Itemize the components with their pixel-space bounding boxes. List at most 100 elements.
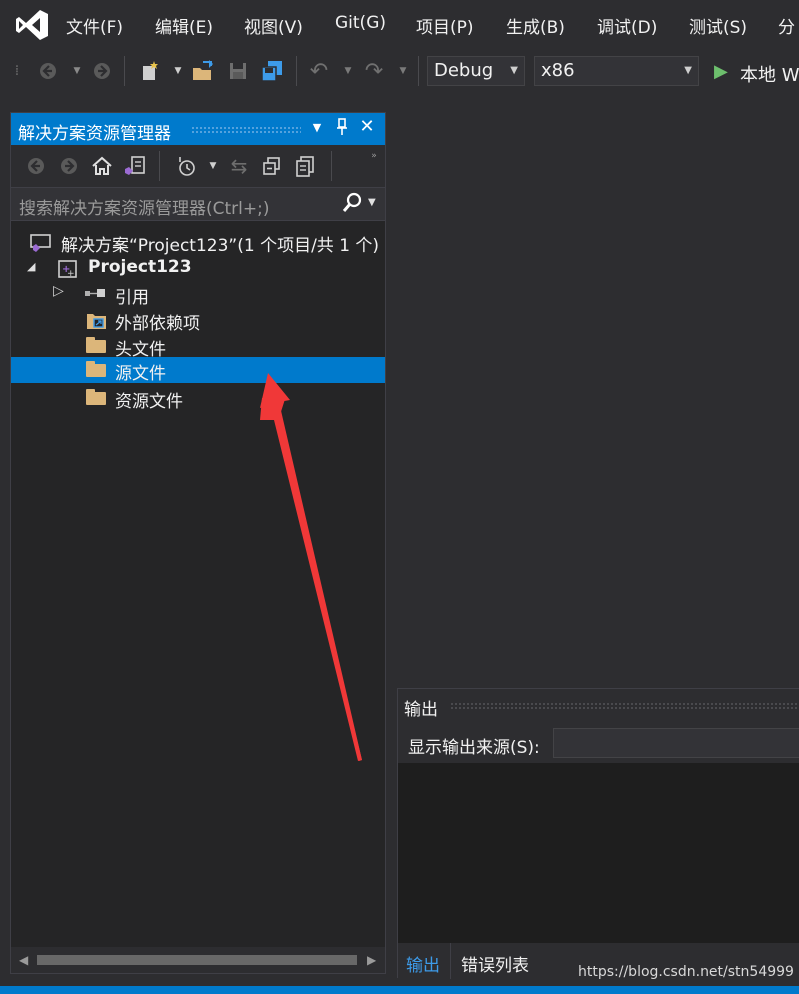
scroll-left-icon[interactable]: ◀ (19, 953, 28, 967)
expanded-arrow-icon[interactable]: ◢ (27, 260, 35, 273)
filter-folder-icon (86, 337, 106, 353)
solution-explorer-toolbar: ▼ ⇆ » (11, 145, 385, 187)
search-options-dropdown-icon[interactable]: ▼ (368, 197, 376, 208)
tab-divider (450, 943, 451, 979)
tree-item-label: Project123 (88, 257, 192, 277)
home-icon[interactable] (89, 153, 115, 179)
tree-item-label: 资源文件 (115, 392, 183, 412)
menu-bar: 文件(F) 编辑(E) 视图(V) Git(G) 项目(P) 生成(B) 调试(… (0, 0, 799, 50)
external-dependencies-icon (86, 311, 106, 329)
sync-with-active-document-icon[interactable]: ⇆ (226, 153, 252, 179)
play-icon: ▶ (714, 61, 728, 82)
solution-icon (30, 233, 51, 252)
references-icon (84, 285, 105, 303)
svg-text:+: + (67, 269, 75, 279)
tab-output[interactable]: 输出 (398, 949, 448, 978)
solution-platform-combo[interactable]: x86 ▼ (534, 56, 699, 86)
menu-edit[interactable]: 编辑(E) (155, 13, 213, 38)
run-target-label: 本地 W (740, 65, 799, 86)
scroll-right-icon[interactable]: ▶ (367, 953, 376, 967)
toolbar-separator (296, 56, 297, 86)
solution-configuration-combo[interactable]: Debug ▼ (427, 56, 525, 86)
configuration-value: Debug (434, 60, 494, 81)
tree-item-source-files[interactable]: 源文件 (11, 357, 385, 384)
navigate-back-icon[interactable] (35, 58, 61, 84)
watermark-text: https://blog.csdn.net/stn54999 (578, 964, 794, 980)
menu-view[interactable]: 视图(V) (244, 13, 303, 38)
toolbar-separator (124, 56, 125, 86)
new-dropdown-icon[interactable]: ▼ (165, 58, 191, 84)
tree-item-references[interactable]: ▷ 引用 (11, 281, 385, 308)
save-all-icon[interactable] (259, 58, 285, 84)
tree-item-external-dependencies[interactable]: 外部依赖项 (11, 307, 385, 334)
toolbar-overflow-icon[interactable]: » (367, 143, 381, 169)
menu-test[interactable]: 测试(S) (689, 13, 747, 38)
title-bar-grip (450, 702, 799, 710)
back-icon[interactable] (23, 153, 49, 179)
tab-error-list[interactable]: 错误列表 (453, 949, 537, 978)
filter-folder-icon (86, 361, 106, 377)
status-bar (0, 986, 799, 994)
search-input[interactable]: 搜索解决方案资源管理器(Ctrl+;) (19, 194, 269, 219)
pin-icon[interactable] (332, 118, 352, 140)
output-source-label: 显示输出来源(S): (408, 738, 540, 758)
toolbar-separator (159, 151, 160, 181)
tree-item-resource-files[interactable]: 资源文件 (11, 385, 385, 412)
chevron-down-icon: ▼ (510, 65, 518, 76)
switch-views-icon[interactable] (122, 153, 148, 179)
window-position-dropdown-icon[interactable]: ▼ (307, 121, 327, 134)
visual-studio-logo-icon (16, 10, 48, 40)
solution-explorer-search-box[interactable]: 搜索解决方案资源管理器(Ctrl+;) ▼ (11, 187, 385, 221)
filter-folder-icon (86, 389, 106, 405)
menu-debug[interactable]: 调试(D) (597, 13, 657, 38)
menu-file[interactable]: 文件(F) (66, 13, 123, 38)
show-all-files-icon[interactable] (292, 153, 318, 179)
undo-icon[interactable]: ↶ (306, 58, 332, 84)
save-icon[interactable] (225, 58, 251, 84)
collapse-all-icon[interactable] (259, 153, 285, 179)
scrollbar-thumb[interactable] (37, 955, 357, 965)
close-icon[interactable]: ✕ (357, 116, 377, 137)
redo-icon[interactable]: ↷ (361, 58, 387, 84)
tree-item-label: 源文件 (115, 364, 166, 384)
output-source-row: 显示输出来源(S): (398, 723, 799, 763)
standard-toolbar: ⁞ ▼ ▼ ↶ ▼ ↷ ▼ Debug ▼ x86 ▼ ▶ 本地 W (0, 50, 799, 94)
output-text-area[interactable] (398, 763, 799, 943)
toolbar-separator (331, 151, 332, 181)
menu-git[interactable]: Git(G) (335, 13, 386, 33)
output-panel: 输出 显示输出来源(S): 输出 错误列表 (397, 688, 799, 979)
back-dropdown-icon[interactable]: ▼ (64, 58, 90, 84)
title-bar-grip (191, 126, 301, 134)
solution-explorer-panel: 解决方案资源管理器 ▼ ✕ ▼ ⇆ » 搜索解决方案资源管理器(Ctrl+;) … (10, 112, 386, 974)
solution-explorer-title-bar[interactable]: 解决方案资源管理器 ▼ ✕ (11, 113, 385, 145)
panel-title: 解决方案资源管理器 (18, 124, 171, 144)
output-title-bar[interactable]: 输出 (398, 689, 799, 723)
tree-item-project[interactable]: ◢ + + Project123 (11, 255, 385, 281)
pending-changes-filter-icon[interactable] (174, 153, 200, 179)
forward-icon[interactable] (56, 153, 82, 179)
chevron-down-icon: ▼ (684, 65, 692, 76)
tree-item-label: 外部依赖项 (115, 314, 200, 334)
cpp-project-icon: + + (57, 259, 77, 279)
menu-analyze[interactable]: 分 (778, 13, 795, 38)
toolbar-separator (418, 56, 419, 86)
navigate-forward-icon[interactable] (89, 58, 115, 84)
horizontal-scrollbar[interactable]: ◀ ▶ (11, 947, 385, 973)
collapsed-arrow-icon[interactable]: ▷ (53, 283, 64, 299)
filter-dropdown-icon[interactable]: ▼ (200, 153, 226, 179)
open-file-icon[interactable] (190, 58, 216, 84)
toolbar-grip-icon[interactable]: ⁞ (12, 58, 22, 84)
search-icon[interactable] (341, 192, 363, 219)
menu-project[interactable]: 项目(P) (416, 13, 474, 38)
tree-item-label: 解决方案“Project123”(1 个项目/共 1 个) (61, 236, 380, 256)
undo-dropdown-icon[interactable]: ▼ (335, 58, 361, 84)
tree-item-solution[interactable]: 解决方案“Project123”(1 个项目/共 1 个) (11, 229, 385, 256)
tree-item-label: 引用 (115, 288, 149, 308)
output-source-combo[interactable] (553, 728, 799, 758)
menu-build[interactable]: 生成(B) (506, 13, 565, 38)
platform-value: x86 (541, 60, 575, 81)
panel-title: 输出 (404, 700, 438, 720)
tree-item-header-files[interactable]: 头文件 (11, 333, 385, 360)
new-project-icon[interactable] (137, 58, 163, 84)
redo-dropdown-icon[interactable]: ▼ (390, 58, 416, 84)
